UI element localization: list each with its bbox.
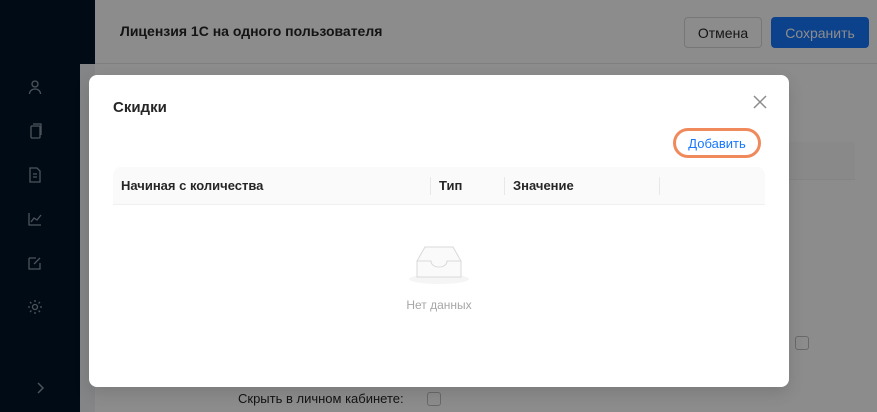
discounts-table: Начиная с количества Тип Значение Нет да… [113,167,765,312]
column-header-value: Значение [505,167,660,204]
add-button[interactable]: Добавить [673,128,761,158]
close-icon[interactable] [751,93,769,111]
table-header: Начиная с количества Тип Значение [113,167,765,205]
empty-text: Нет данных [406,298,472,312]
column-header-type: Тип [431,167,505,204]
discounts-modal: Скидки Добавить Начиная с количества Тип… [89,75,789,387]
column-header-quantity: Начиная с количества [113,167,431,204]
modal-title: Скидки [113,99,167,116]
empty-inbox-icon [407,243,471,285]
column-header-actions [660,167,765,204]
empty-state: Нет данных [113,205,765,312]
